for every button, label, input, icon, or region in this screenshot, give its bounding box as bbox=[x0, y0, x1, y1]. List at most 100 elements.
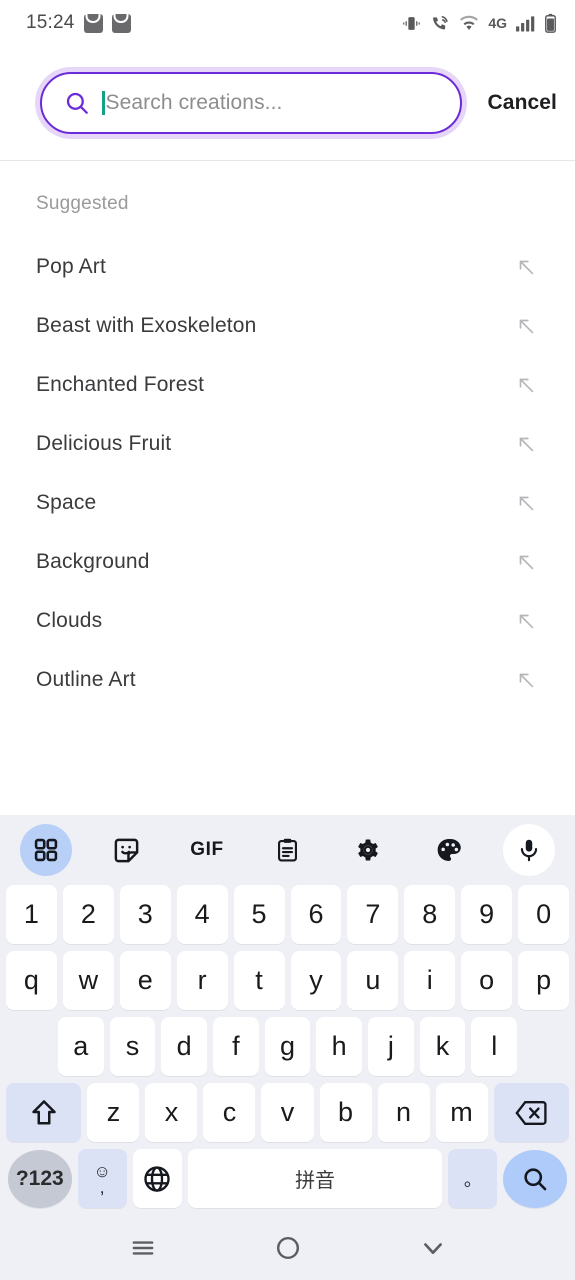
shift-key[interactable] bbox=[6, 1083, 82, 1142]
battery-icon bbox=[544, 13, 557, 33]
arrow-up-left-icon[interactable] bbox=[509, 368, 543, 402]
period-key[interactable]: 。 bbox=[448, 1149, 498, 1208]
keyboard-row-function: ?123 ☺ , 拼音 。 bbox=[0, 1149, 575, 1208]
menu-icon[interactable] bbox=[114, 1224, 172, 1272]
emoji-glyph: ☺ bbox=[93, 1161, 111, 1181]
status-bar-left: 15:24 bbox=[26, 12, 131, 34]
suggestions-section: Suggested Pop Art Beast with Exoskeleton E… bbox=[0, 161, 575, 709]
backspace-key[interactable] bbox=[493, 1083, 569, 1142]
arrow-up-left-icon[interactable] bbox=[509, 250, 543, 284]
search-enter-key[interactable] bbox=[503, 1149, 567, 1208]
key-4[interactable]: 4 bbox=[176, 885, 228, 944]
key-b[interactable]: b bbox=[319, 1083, 372, 1142]
key-0[interactable]: 0 bbox=[518, 885, 570, 944]
comma-glyph: , bbox=[99, 1177, 105, 1197]
gif-label: GIF bbox=[190, 839, 224, 860]
key-t[interactable]: t bbox=[233, 951, 285, 1010]
suggestion-label: Space bbox=[36, 490, 97, 514]
cancel-button[interactable]: Cancel bbox=[484, 85, 561, 121]
arrow-up-left-icon[interactable] bbox=[509, 309, 543, 343]
sticker-icon[interactable] bbox=[101, 824, 153, 876]
gear-icon[interactable] bbox=[342, 824, 394, 876]
key-q[interactable]: q bbox=[5, 951, 57, 1010]
arrow-up-left-icon[interactable] bbox=[509, 486, 543, 520]
suggestions-title: Suggested bbox=[36, 193, 129, 214]
arrow-up-left-icon[interactable] bbox=[509, 545, 543, 579]
key-6[interactable]: 6 bbox=[290, 885, 342, 944]
suggestion-label: Pop Art bbox=[36, 254, 106, 278]
arrow-up-left-icon[interactable] bbox=[509, 663, 543, 697]
arrow-up-left-icon[interactable] bbox=[509, 604, 543, 638]
key-u[interactable]: u bbox=[347, 951, 399, 1010]
key-5[interactable]: 5 bbox=[233, 885, 285, 944]
key-p[interactable]: p bbox=[518, 951, 570, 1010]
search-field-wrapper: Search creations... bbox=[40, 72, 462, 134]
key-i[interactable]: i bbox=[404, 951, 456, 1010]
search-placeholder: Search creations... bbox=[105, 91, 283, 114]
key-l[interactable]: l bbox=[471, 1017, 518, 1076]
list-item[interactable]: Clouds bbox=[0, 591, 575, 650]
key-d[interactable]: d bbox=[161, 1017, 207, 1076]
key-j[interactable]: j bbox=[368, 1017, 414, 1076]
key-m[interactable]: m bbox=[435, 1083, 488, 1142]
list-item[interactable]: Delicious Fruit bbox=[0, 414, 575, 473]
key-s[interactable]: s bbox=[109, 1017, 156, 1076]
shopping-bag-icon bbox=[83, 13, 103, 33]
symbols-key[interactable]: ?123 bbox=[8, 1149, 72, 1208]
grid-icon[interactable] bbox=[20, 824, 72, 876]
key-k[interactable]: k bbox=[419, 1017, 466, 1076]
key-w[interactable]: w bbox=[62, 951, 114, 1010]
search-input[interactable]: Search creations... bbox=[40, 72, 462, 134]
keyboard-row-top: qwertyuiop bbox=[0, 951, 575, 1010]
key-7[interactable]: 7 bbox=[347, 885, 399, 944]
space-key[interactable]: 拼音 bbox=[187, 1149, 443, 1208]
key-3[interactable]: 3 bbox=[119, 885, 171, 944]
key-n[interactable]: n bbox=[377, 1083, 430, 1142]
list-item[interactable]: Outline Art bbox=[0, 650, 575, 709]
chevron-down-icon[interactable] bbox=[404, 1224, 462, 1272]
vibrate-icon bbox=[402, 14, 421, 33]
key-c[interactable]: c bbox=[203, 1083, 256, 1142]
globe-key[interactable] bbox=[132, 1149, 182, 1208]
list-item[interactable]: Space bbox=[0, 473, 575, 532]
key-x[interactable]: x bbox=[145, 1083, 198, 1142]
key-h[interactable]: h bbox=[316, 1017, 363, 1076]
suggestion-label: Beast with Exoskeleton bbox=[36, 313, 257, 337]
key-9[interactable]: 9 bbox=[461, 885, 513, 944]
key-f[interactable]: f bbox=[213, 1017, 259, 1076]
status-time: 15:24 bbox=[26, 12, 75, 33]
key-2[interactable]: 2 bbox=[62, 885, 114, 944]
list-item[interactable]: Background bbox=[0, 532, 575, 591]
list-item[interactable]: Enchanted Forest bbox=[0, 355, 575, 414]
arrow-up-left-icon[interactable] bbox=[509, 427, 543, 461]
key-e[interactable]: e bbox=[119, 951, 171, 1010]
call-signal-icon bbox=[430, 14, 450, 33]
key-g[interactable]: g bbox=[264, 1017, 311, 1076]
network-type-label: 4G bbox=[488, 15, 507, 31]
keyboard-row-numbers: 1234567890 bbox=[0, 885, 575, 944]
key-a[interactable]: a bbox=[57, 1017, 104, 1076]
wifi-icon bbox=[459, 15, 479, 32]
key-v[interactable]: v bbox=[261, 1083, 314, 1142]
suggestion-label: Clouds bbox=[36, 608, 103, 632]
keyboard-row-home: asdfghjkl bbox=[0, 1017, 575, 1076]
key-y[interactable]: y bbox=[290, 951, 342, 1010]
shopping-bag-icon bbox=[111, 13, 131, 33]
virtual-keyboard: GIF 1 2 3 4 5 6 7 8 9 0 q w e r t y u i … bbox=[0, 815, 575, 1216]
clipboard-icon[interactable] bbox=[262, 824, 314, 876]
list-item[interactable]: Pop Art bbox=[0, 237, 575, 296]
key-z[interactable]: z bbox=[87, 1083, 140, 1142]
emoji-comma-key[interactable]: ☺ , bbox=[77, 1149, 127, 1208]
system-navigation-bar bbox=[0, 1216, 575, 1280]
key-o[interactable]: o bbox=[461, 951, 513, 1010]
key-8[interactable]: 8 bbox=[404, 885, 456, 944]
key-1[interactable]: 1 bbox=[5, 885, 57, 944]
keyboard-row-bottom: zxcvbnm bbox=[0, 1083, 575, 1142]
list-item[interactable]: Beast with Exoskeleton bbox=[0, 296, 575, 355]
palette-icon[interactable] bbox=[423, 824, 475, 876]
microphone-icon[interactable] bbox=[503, 824, 555, 876]
key-r[interactable]: r bbox=[176, 951, 228, 1010]
gif-icon[interactable]: GIF bbox=[181, 824, 233, 876]
circle-icon[interactable] bbox=[259, 1224, 317, 1272]
status-bar-right: 4G bbox=[402, 13, 557, 33]
